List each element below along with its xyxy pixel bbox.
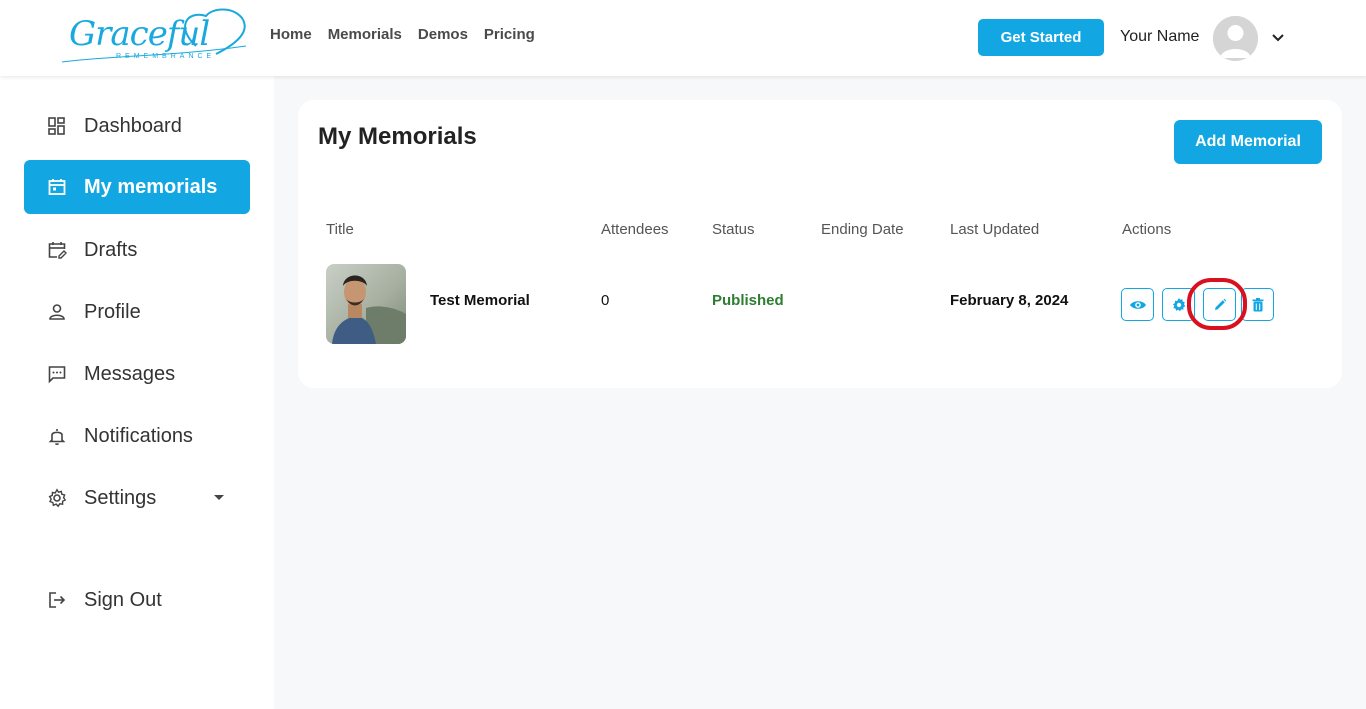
user-avatar-icon xyxy=(1213,16,1258,61)
memorial-thumbnail[interactable] xyxy=(326,264,406,344)
sidebar-item-settings[interactable]: Settings xyxy=(24,471,250,525)
avatar[interactable] xyxy=(1213,16,1258,61)
sidebar-item-drafts[interactable]: Drafts xyxy=(24,223,250,277)
graceful-logo[interactable]: Graceful REMEMBRANCE xyxy=(56,6,252,70)
eye-icon xyxy=(1129,300,1146,309)
sidebar-item-my-memorials[interactable]: My memorials xyxy=(24,160,250,214)
bell-icon xyxy=(46,425,68,447)
nav-pricing[interactable]: Pricing xyxy=(484,26,535,43)
column-header-attendees[interactable]: Attendees xyxy=(601,221,669,238)
column-header-actions: Actions xyxy=(1122,221,1172,238)
top-header: Graceful REMEMBRANCE Home Memorials Demo… xyxy=(0,0,1366,76)
status-badge: Published xyxy=(712,292,784,309)
page-title: My Memorials xyxy=(318,123,477,150)
chevron-down-icon[interactable] xyxy=(1270,29,1286,45)
sidebar-item-dashboard[interactable]: Dashboard xyxy=(24,99,250,153)
sign-out-button[interactable]: Sign Out xyxy=(24,573,250,627)
sign-out-label: Sign Out xyxy=(84,588,162,611)
sidebar-item-profile[interactable]: Profile xyxy=(24,285,250,339)
logo-text: Graceful xyxy=(69,14,210,54)
sidebar: Dashboard My memorials Drafts Profile Me… xyxy=(0,76,274,709)
main-nav: Home Memorials Demos Pricing xyxy=(270,26,535,43)
sidebar-item-label: My memorials xyxy=(84,175,218,198)
gear-icon xyxy=(46,487,68,509)
get-started-button[interactable]: Get Started xyxy=(978,19,1104,56)
add-memorial-button[interactable]: Add Memorial xyxy=(1174,120,1322,164)
last-updated-date: February 8, 2024 xyxy=(950,292,1069,309)
attendee-count: 0 xyxy=(601,292,610,309)
trash-icon xyxy=(1252,297,1263,311)
sidebar-item-label: Profile xyxy=(84,300,141,323)
gear-icon xyxy=(1172,297,1185,311)
memorials-card: My Memorials Add Memorial Title Attendee… xyxy=(298,100,1342,388)
column-header-last-updated[interactable]: Last Updated xyxy=(950,221,1039,238)
nav-home[interactable]: Home xyxy=(270,26,312,43)
person-icon xyxy=(46,301,68,323)
memorial-title[interactable]: Test Memorial xyxy=(430,292,530,309)
message-icon xyxy=(46,363,68,385)
nav-memorials[interactable]: Memorials xyxy=(328,26,402,43)
calendar-icon xyxy=(46,176,68,198)
sidebar-item-notifications[interactable]: Notifications xyxy=(24,409,250,463)
sidebar-item-label: Notifications xyxy=(84,424,193,447)
column-header-status[interactable]: Status xyxy=(712,221,755,238)
sidebar-item-label: Dashboard xyxy=(84,114,182,137)
edit-button-highlight xyxy=(1187,278,1247,330)
logo-subtext: REMEMBRANCE xyxy=(116,53,216,60)
caret-down-icon[interactable] xyxy=(214,495,224,500)
user-name[interactable]: Your Name xyxy=(1120,28,1199,46)
sidebar-item-label: Settings xyxy=(84,486,157,509)
column-header-ending-date[interactable]: Ending Date xyxy=(821,221,904,238)
sidebar-item-label: Messages xyxy=(84,362,176,385)
memorial-photo xyxy=(326,264,406,344)
sidebar-item-messages[interactable]: Messages xyxy=(24,347,250,401)
sign-out-icon xyxy=(46,589,68,611)
nav-demos[interactable]: Demos xyxy=(418,26,468,43)
dashboard-icon xyxy=(46,115,68,137)
column-header-title[interactable]: Title xyxy=(326,221,354,238)
view-button[interactable] xyxy=(1121,288,1154,321)
sidebar-item-label: Drafts xyxy=(84,238,138,261)
calendar-edit-icon xyxy=(46,239,68,261)
